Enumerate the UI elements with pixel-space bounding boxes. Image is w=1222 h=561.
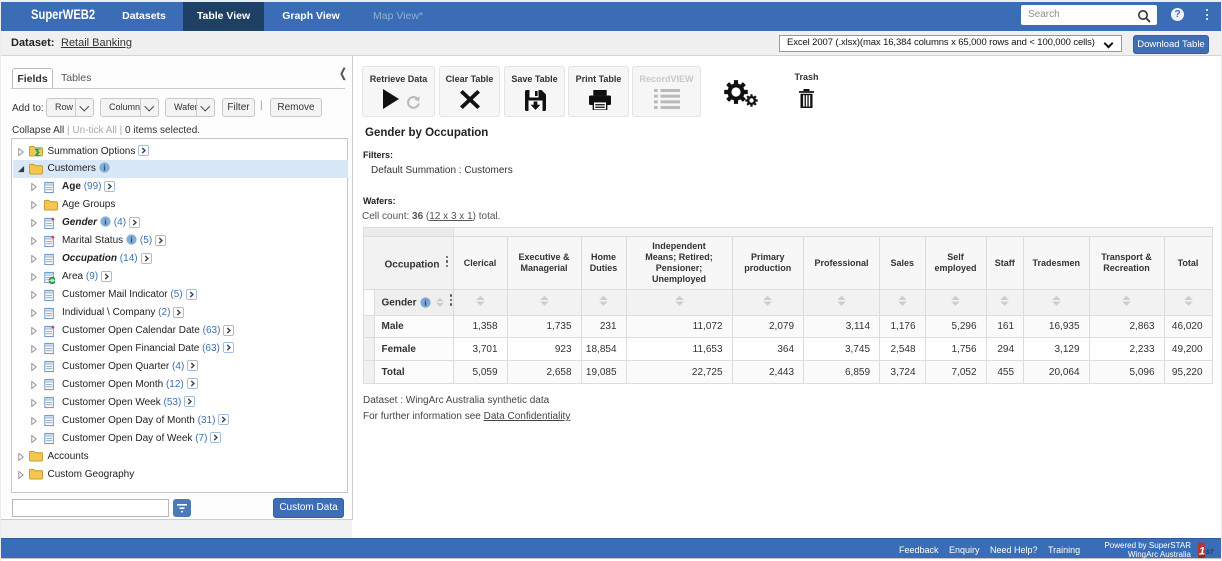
svg-text:1: 1 (1199, 545, 1205, 557)
svg-text:ST: ST (1206, 548, 1215, 555)
